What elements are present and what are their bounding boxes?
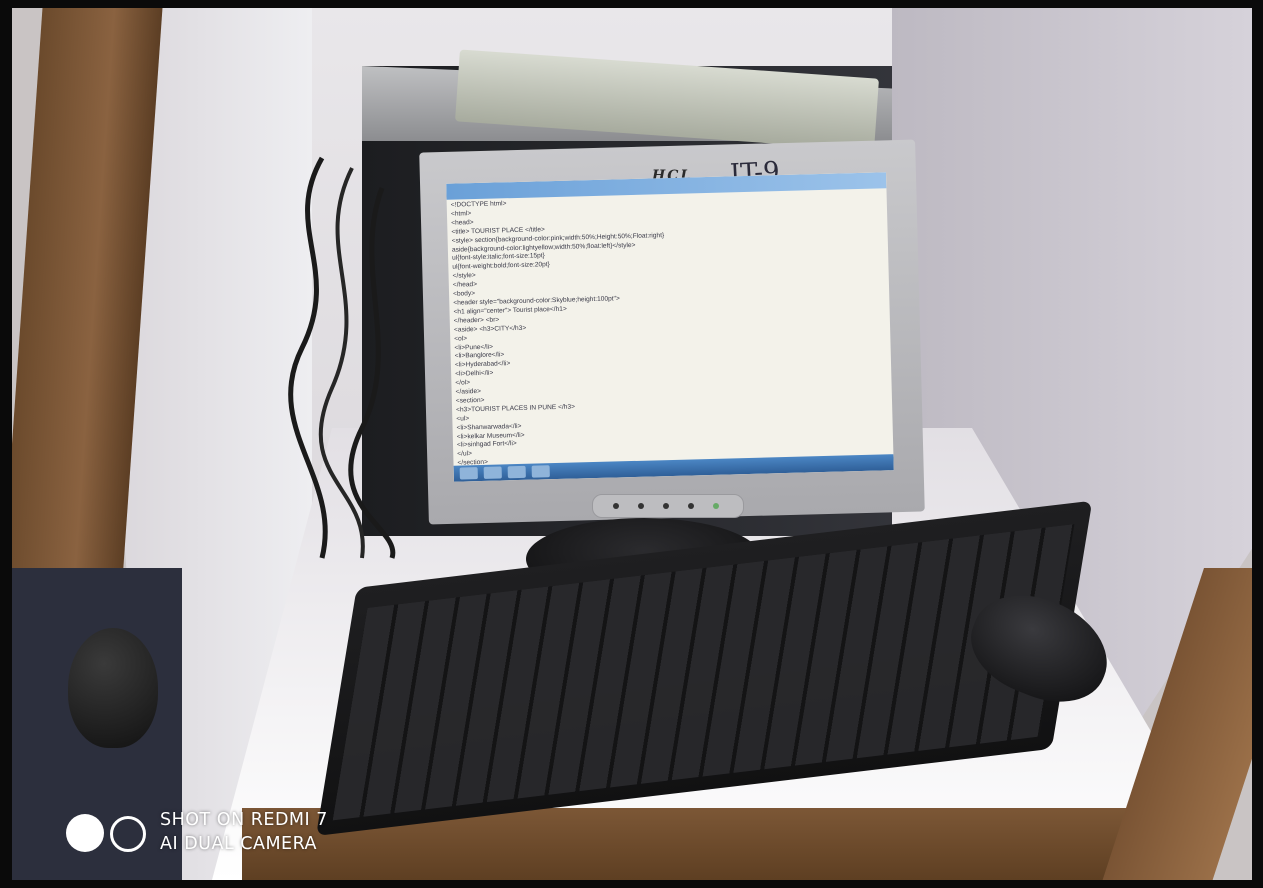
ring-circle-icon [110,816,146,852]
monitor-screen: <!DOCTYPE html> <html> <head> <title> TOURI… [446,172,894,482]
monitor-buttons [592,494,744,518]
button-icon [613,503,619,509]
watermark-line2: AI DUAL CAMERA [160,834,318,854]
power-led-icon [713,503,719,509]
computer-lab-photo: HCL IT-9 <!DOCTYPE html> <html> <head> <tit… [12,8,1252,880]
cables [288,156,396,559]
filled-circle-icon [66,814,104,852]
taskbar-app-icon [483,466,502,479]
button-icon [688,503,694,509]
code-text: <!DOCTYPE html> <html> <head> <title> TOURI… [447,188,894,471]
camera-watermark: SHOT ON REDMI 7 AI DUAL CAMERA [50,808,410,858]
watermark-text: SHOT ON REDMI 7 AI DUAL CAMERA [160,808,328,856]
button-icon [663,503,669,509]
watermark-line1: SHOT ON REDMI 7 [160,810,328,830]
start-icon [459,467,478,480]
neighbor-mouse [68,628,158,748]
button-icon [638,503,644,509]
photo-frame: HCL IT-9 <!DOCTYPE html> <html> <head> <tit… [0,0,1263,888]
taskbar-app-icon [531,465,550,478]
taskbar-app-icon [507,465,526,479]
